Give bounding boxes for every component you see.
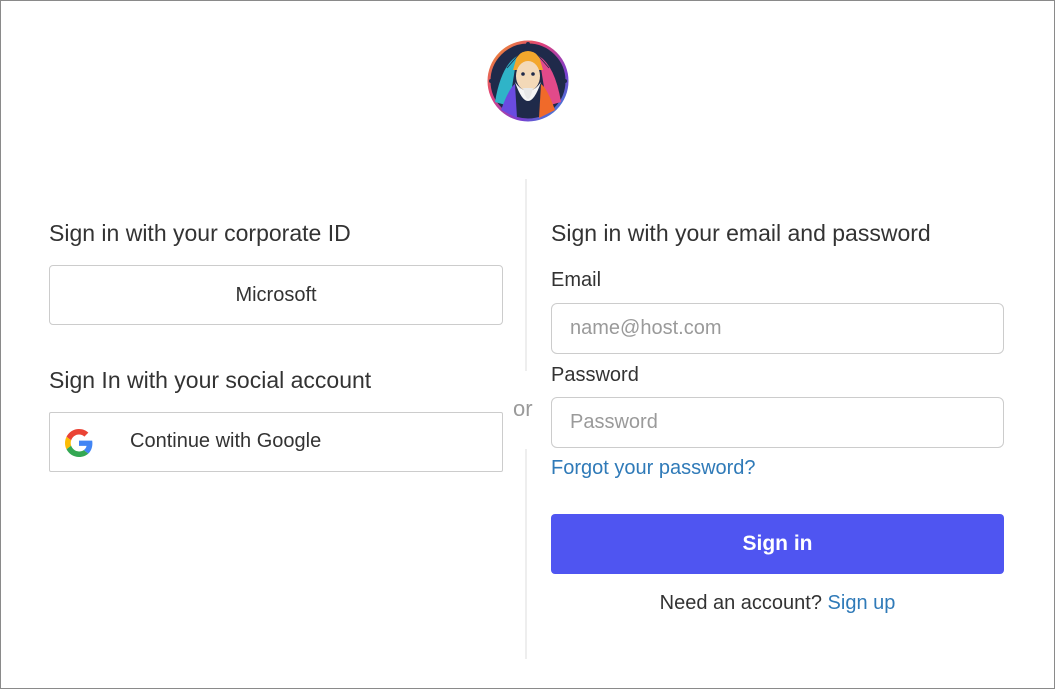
signup-prompt: Need an account? (659, 592, 822, 614)
google-signin-button[interactable]: Continue with Google (49, 412, 503, 472)
microsoft-signin-button[interactable]: Microsoft (49, 265, 503, 325)
microsoft-button-label: Microsoft (235, 283, 317, 306)
password-label: Password (551, 364, 639, 386)
email-signin-heading: Sign in with your email and password (551, 220, 931, 246)
google-g-icon (65, 429, 93, 457)
signup-row: Need an account? Sign up (551, 592, 1004, 615)
login-panel: Sign in with your corporate ID Microsoft… (0, 0, 1055, 689)
wizard-avatar-logo-icon (487, 40, 569, 122)
password-input[interactable] (551, 397, 1004, 448)
email-label: Email (551, 269, 602, 291)
forgot-password-link[interactable]: Forgot your password? (551, 457, 756, 480)
sign-up-link[interactable]: Sign up (828, 592, 896, 614)
email-input[interactable] (551, 303, 1004, 354)
vertical-divider-top (525, 179, 527, 371)
vertical-divider-bottom (525, 449, 527, 659)
or-separator: or (513, 396, 533, 421)
corporate-signin-heading: Sign in with your corporate ID (49, 220, 351, 246)
social-signin-heading: Sign In with your social account (49, 367, 372, 393)
sign-in-button[interactable]: Sign in (551, 514, 1004, 574)
google-button-label: Continue with Google (130, 430, 322, 452)
